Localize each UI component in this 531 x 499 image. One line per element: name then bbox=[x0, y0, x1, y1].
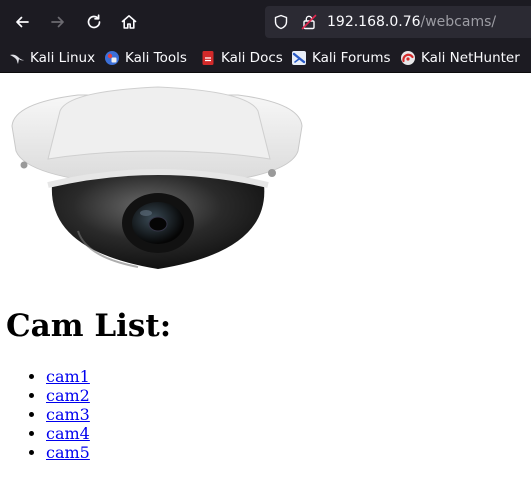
cam-link-cam5[interactable]: cam5 bbox=[46, 443, 90, 462]
forward-button[interactable] bbox=[44, 8, 72, 36]
cam-link-cam1[interactable]: cam1 bbox=[46, 367, 90, 386]
kali-forums-icon bbox=[292, 51, 306, 65]
kali-dragon-icon bbox=[10, 54, 24, 64]
arrow-left-icon bbox=[16, 16, 29, 28]
bookmark-kali-linux[interactable]: Kali Linux bbox=[9, 49, 95, 67]
bookmark-label: Kali Linux bbox=[30, 50, 96, 66]
bookmark-kali-nethunter[interactable]: Kali NetHunter bbox=[400, 49, 520, 67]
cam-link-cam4[interactable]: cam4 bbox=[46, 424, 90, 443]
cam-list: cam1 cam2 cam3 cam4 cam5 bbox=[0, 367, 90, 462]
url-text[interactable]: 192.168.0.76/webcams/ bbox=[327, 13, 496, 31]
shield-icon[interactable] bbox=[273, 14, 289, 30]
url-host: 192.168.0.76 bbox=[327, 14, 421, 30]
list-item: cam2 bbox=[46, 386, 90, 405]
home-button[interactable] bbox=[115, 8, 143, 36]
url-bar[interactable]: 192.168.0.76/webcams/ bbox=[265, 6, 531, 38]
arrow-right-icon bbox=[51, 16, 64, 28]
bookmarks-bar: Kali Linux Kali Tools Kali Docs Kali For… bbox=[0, 44, 531, 73]
list-item: cam4 bbox=[46, 424, 90, 443]
cam-link-cam2[interactable]: cam2 bbox=[46, 386, 90, 405]
kali-tools-icon bbox=[105, 51, 119, 65]
bookmark-label: Kali Forums bbox=[312, 50, 391, 66]
page-title: Cam List: bbox=[6, 308, 172, 344]
list-item: cam5 bbox=[46, 443, 90, 462]
home-icon bbox=[121, 15, 137, 29]
dome-camera-image bbox=[8, 81, 306, 281]
bookmark-label: Kali Docs bbox=[221, 50, 283, 66]
bookmark-label: Kali Tools bbox=[125, 50, 187, 66]
reload-button[interactable] bbox=[80, 8, 108, 36]
kali-docs-icon bbox=[202, 51, 214, 65]
kali-nethunter-icon bbox=[401, 51, 415, 65]
list-item: cam3 bbox=[46, 405, 90, 424]
bookmark-kali-tools[interactable]: Kali Tools bbox=[104, 49, 187, 67]
url-path: /webcams/ bbox=[420, 14, 497, 30]
bookmark-kali-forums[interactable]: Kali Forums bbox=[291, 49, 391, 67]
cam-link-cam3[interactable]: cam3 bbox=[46, 405, 90, 424]
bookmark-label: Kali NetHunter bbox=[421, 50, 520, 66]
lock-icon[interactable] bbox=[301, 14, 317, 30]
reload-icon bbox=[87, 14, 101, 29]
list-item: cam1 bbox=[46, 367, 90, 386]
back-button[interactable] bbox=[8, 8, 36, 36]
bookmark-kali-docs[interactable]: Kali Docs bbox=[200, 49, 283, 67]
browser-toolbar: 192.168.0.76/webcams/ bbox=[0, 0, 531, 44]
